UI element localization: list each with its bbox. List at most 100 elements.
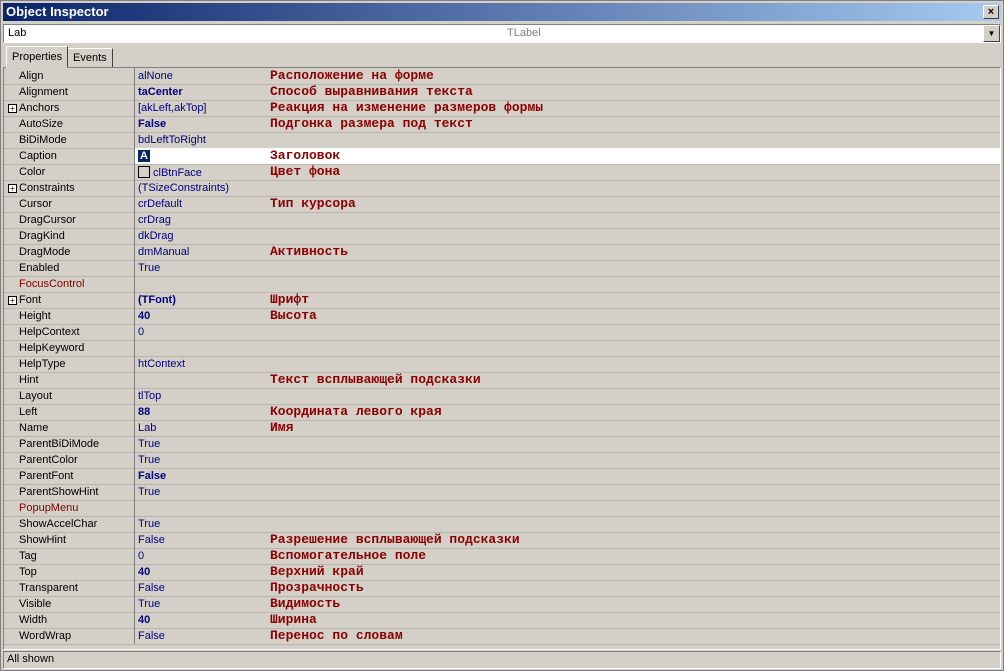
property-value-cell[interactable]: 40 <box>135 612 1000 628</box>
tab-events[interactable]: Events <box>67 48 113 68</box>
property-row[interactable]: Visible True Видимость <box>4 596 1000 613</box>
property-row[interactable]: ParentBiDiMode True <box>4 436 1000 453</box>
property-value-cell[interactable]: A <box>135 148 1000 164</box>
property-name-cell[interactable]: Layout <box>4 388 135 404</box>
property-value-cell[interactable] <box>135 500 1000 516</box>
property-row[interactable]: Width 40 Ширина <box>4 612 1000 629</box>
property-name-cell[interactable]: ShowHint <box>4 532 135 548</box>
property-name-cell[interactable]: Left <box>4 404 135 420</box>
property-row[interactable]: BiDiMode bdLeftToRight <box>4 132 1000 149</box>
property-name-cell[interactable]: PopupMenu <box>4 500 135 516</box>
property-name-cell[interactable]: ParentColor <box>4 452 135 468</box>
expand-plus-icon[interactable]: + <box>8 296 17 305</box>
property-row[interactable]: DragKind dkDrag <box>4 228 1000 245</box>
property-row[interactable]: AutoSize False Подгонка размера под текст <box>4 116 1000 133</box>
property-name-cell[interactable]: ParentBiDiMode <box>4 436 135 452</box>
property-name-cell[interactable]: WordWrap <box>4 628 135 644</box>
property-row[interactable]: ParentShowHint True <box>4 484 1000 501</box>
property-row[interactable]: Caption A Заголовок <box>4 148 1000 165</box>
property-name-cell[interactable]: AutoSize <box>4 116 135 132</box>
property-value-cell[interactable]: 88 <box>135 404 1000 420</box>
chevron-down-icon[interactable]: ▼ <box>983 25 1000 42</box>
property-value-cell[interactable]: True <box>135 452 1000 468</box>
property-row[interactable]: Align alNone Расположение на форме <box>4 68 1000 85</box>
property-value-cell[interactable]: True <box>135 516 1000 532</box>
close-button[interactable]: × <box>983 5 999 19</box>
property-value-cell[interactable]: clBtnFace <box>135 164 1000 180</box>
property-name-cell[interactable]: + Font <box>4 292 135 308</box>
property-value-cell[interactable]: dkDrag <box>135 228 1000 244</box>
property-row[interactable]: DragMode dmManual Активность <box>4 244 1000 261</box>
property-name-cell[interactable]: Align <box>4 68 135 84</box>
property-value-cell[interactable]: 0 <box>135 324 1000 340</box>
property-name-cell[interactable]: Cursor <box>4 196 135 212</box>
property-value-cell[interactable]: False <box>135 580 1000 596</box>
property-row[interactable]: Name Lab Имя <box>4 420 1000 437</box>
property-value-cell[interactable] <box>135 372 1000 388</box>
property-row[interactable]: FocusControl <box>4 276 1000 293</box>
property-name-cell[interactable]: HelpKeyword <box>4 340 135 356</box>
property-row[interactable]: Alignment taCenter Способ выравнивания тек… <box>4 84 1000 101</box>
property-name-cell[interactable]: Alignment <box>4 84 135 100</box>
component-selector[interactable]: Lab TLabel ▼ <box>3 24 1001 43</box>
property-value-cell[interactable]: True <box>135 484 1000 500</box>
property-value-cell[interactable]: False <box>135 116 1000 132</box>
property-row[interactable]: + Constraints (TSizeConstraints) <box>4 180 1000 197</box>
property-value-cell[interactable]: dmManual <box>135 244 1000 260</box>
property-value-cell[interactable] <box>135 340 1000 356</box>
property-row[interactable]: Height 40 Высота <box>4 308 1000 325</box>
property-value-cell[interactable]: crDefault <box>135 196 1000 212</box>
title-bar[interactable]: Object Inspector × <box>3 3 1001 21</box>
property-name-cell[interactable]: Width <box>4 612 135 628</box>
property-value-cell[interactable]: 40 <box>135 564 1000 580</box>
property-value-cell[interactable]: (TFont) <box>135 292 1000 308</box>
property-value-cell[interactable]: taCenter <box>135 84 1000 100</box>
property-row[interactable]: ParentColor True <box>4 452 1000 469</box>
property-row[interactable]: ParentFont False <box>4 468 1000 485</box>
property-row[interactable]: HelpContext 0 <box>4 324 1000 341</box>
property-name-cell[interactable]: Name <box>4 420 135 436</box>
property-value-cell[interactable]: (TSizeConstraints) <box>135 180 1000 196</box>
property-name-cell[interactable]: ShowAccelChar <box>4 516 135 532</box>
property-row[interactable]: WordWrap False Перенос по словам <box>4 628 1000 645</box>
property-value-cell[interactable]: crDrag <box>135 212 1000 228</box>
property-row[interactable]: Top 40 Верхний край <box>4 564 1000 581</box>
tab-properties[interactable]: Properties <box>6 46 69 68</box>
property-row[interactable]: Enabled True <box>4 260 1000 277</box>
property-value-cell[interactable]: 40 <box>135 308 1000 324</box>
property-row[interactable]: DragCursor crDrag <box>4 212 1000 229</box>
property-name-cell[interactable]: ParentFont <box>4 468 135 484</box>
property-row[interactable]: Color clBtnFace Цвет фона <box>4 164 1000 181</box>
expand-plus-icon[interactable]: + <box>8 104 17 113</box>
property-name-cell[interactable]: Color <box>4 164 135 180</box>
property-row[interactable]: HelpKeyword <box>4 340 1000 357</box>
property-name-cell[interactable]: Visible <box>4 596 135 612</box>
property-name-cell[interactable]: Top <box>4 564 135 580</box>
property-name-cell[interactable]: Transparent <box>4 580 135 596</box>
property-row[interactable]: Cursor crDefault Тип курсора <box>4 196 1000 213</box>
caption-value-input[interactable]: A <box>138 150 150 162</box>
property-name-cell[interactable]: HelpContext <box>4 324 135 340</box>
property-value-cell[interactable]: True <box>135 436 1000 452</box>
property-row[interactable]: Layout tlTop <box>4 388 1000 405</box>
property-value-cell[interactable]: False <box>135 628 1000 644</box>
property-name-cell[interactable]: HelpType <box>4 356 135 372</box>
property-name-cell[interactable]: + Constraints <box>4 180 135 196</box>
property-value-cell[interactable]: False <box>135 468 1000 484</box>
property-name-cell[interactable]: BiDiMode <box>4 132 135 148</box>
property-name-cell[interactable]: DragCursor <box>4 212 135 228</box>
property-name-cell[interactable]: FocusControl <box>4 276 135 292</box>
property-value-cell[interactable] <box>135 276 1000 292</box>
property-value-cell[interactable]: tlTop <box>135 388 1000 404</box>
property-value-cell[interactable]: False <box>135 532 1000 548</box>
property-row[interactable]: ShowHint False Разрешение всплывающей подс… <box>4 532 1000 549</box>
property-row[interactable]: HelpType htContext <box>4 356 1000 373</box>
property-value-cell[interactable]: alNone <box>135 68 1000 84</box>
property-name-cell[interactable]: ParentShowHint <box>4 484 135 500</box>
property-name-cell[interactable]: Enabled <box>4 260 135 276</box>
property-name-cell[interactable]: Caption <box>4 148 135 164</box>
property-value-cell[interactable]: htContext <box>135 356 1000 372</box>
property-row[interactable]: Transparent False Прозрачность <box>4 580 1000 597</box>
property-name-cell[interactable]: Height <box>4 308 135 324</box>
property-value-cell[interactable]: Lab <box>135 420 1000 436</box>
